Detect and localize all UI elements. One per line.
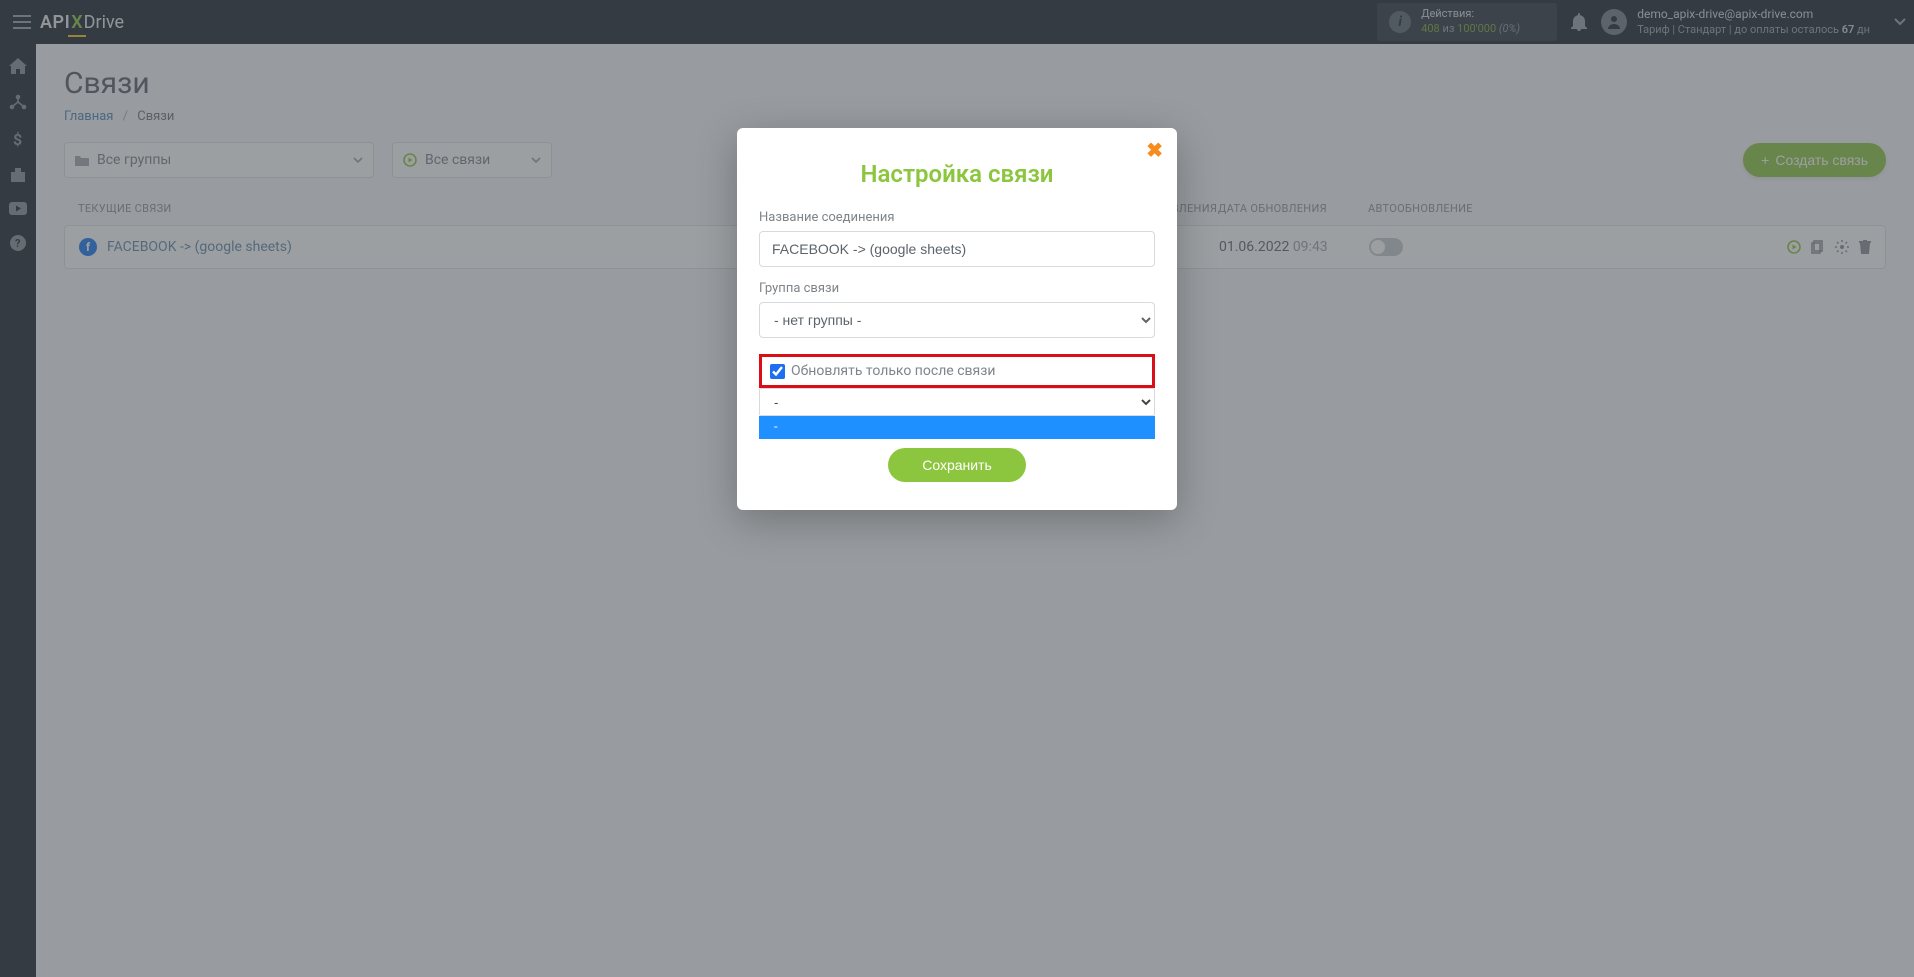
group-label: Группа связи xyxy=(759,281,1155,296)
connection-group-select[interactable]: - нет группы - xyxy=(759,302,1155,338)
modal-overlay: ✖ Настройка связи Название соединения Гр… xyxy=(0,0,1914,977)
connection-settings-modal: ✖ Настройка связи Название соединения Гр… xyxy=(737,128,1177,510)
close-icon[interactable]: ✖ xyxy=(1146,138,1163,162)
update-after-connection-label: Обновлять только после связи xyxy=(791,363,995,379)
after-connection-select[interactable]: - xyxy=(759,388,1155,416)
connection-name-input[interactable] xyxy=(759,231,1155,267)
update-after-connection-block[interactable]: Обновлять только после связи xyxy=(759,354,1155,388)
modal-title: Настройка связи xyxy=(759,160,1155,188)
name-label: Название соединения xyxy=(759,210,1155,225)
save-button[interactable]: Сохранить xyxy=(888,448,1026,482)
select-open-option[interactable]: - xyxy=(759,416,1155,439)
update-after-connection-checkbox[interactable] xyxy=(770,364,785,379)
